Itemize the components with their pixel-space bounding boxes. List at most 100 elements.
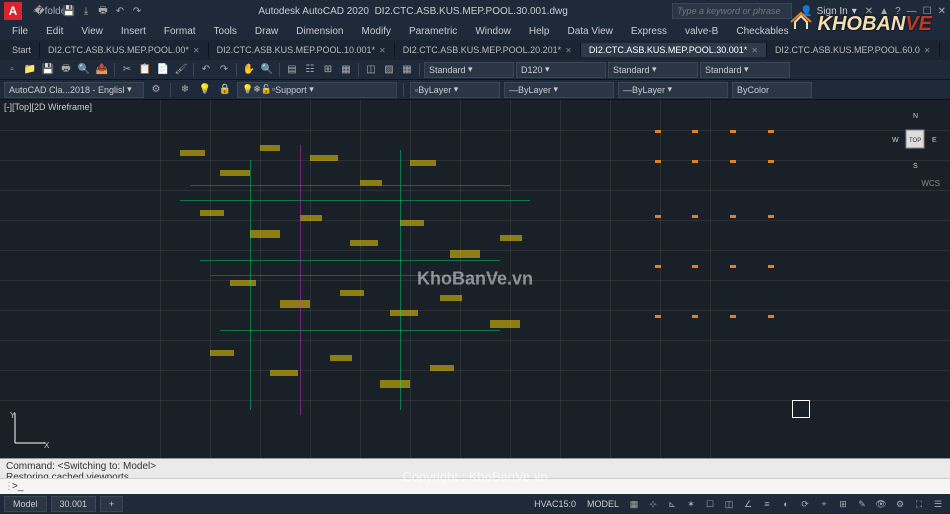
redo-icon[interactable]: ↷ (130, 4, 144, 18)
close-icon[interactable]: ✕ (379, 46, 386, 55)
lineweight-dropdown[interactable]: — ByLayer ▾ (618, 82, 728, 98)
osnap-icon[interactable]: ☐ (702, 496, 718, 512)
properties-icon[interactable]: ☷ (302, 62, 318, 78)
layer-freeze-icon[interactable]: ❄ (177, 82, 193, 98)
ortho-icon[interactable]: ⊾ (664, 496, 680, 512)
undo-icon[interactable]: ↶ (198, 62, 214, 78)
menu-view[interactable]: View (73, 24, 111, 39)
layer-off-icon[interactable]: 💡 (197, 82, 213, 98)
gear-icon[interactable]: ⚙ (148, 82, 164, 98)
textstyle-dropdown[interactable]: Standard ▾ (424, 62, 514, 78)
close-icon[interactable]: ✕ (938, 6, 946, 17)
close-icon[interactable]: ✕ (565, 46, 572, 55)
modeltab-button[interactable]: Model (4, 496, 47, 512)
layer-lock-icon[interactable]: 🔒 (217, 82, 233, 98)
isolate-icon[interactable]: 👁 (873, 496, 889, 512)
menu-express[interactable]: Express (623, 24, 675, 39)
annomonitor-icon[interactable]: + (816, 496, 832, 512)
layer-dropdown[interactable]: 💡❄🔓▫ Support ▾ (237, 82, 397, 98)
cleanscreen-icon[interactable]: ⛶ (911, 496, 927, 512)
tab-doc-1[interactable]: DI2.CTC.ASB.KUS.MEP.POOL.00*✕ (40, 43, 209, 57)
menu-checkables[interactable]: Checkables (728, 24, 796, 39)
pan-icon[interactable]: ✋ (241, 62, 257, 78)
new-icon[interactable]: ▫ (4, 62, 20, 78)
tab-doc-4[interactable]: DI2.CTC.ASB.KUS.MEP.POOL.30.001*✕ (581, 43, 767, 57)
annoscale-label[interactable]: HVAC15:0 (530, 499, 580, 509)
close-icon[interactable]: ✕ (751, 46, 758, 55)
cut-icon[interactable]: ✂ (119, 62, 135, 78)
snap-icon[interactable]: ⊹ (645, 496, 661, 512)
paste-icon[interactable]: 📄 (155, 62, 171, 78)
dimstyle-dropdown[interactable]: D120 ▾ (516, 62, 606, 78)
linetype-dropdown[interactable]: — ByLayer ▾ (504, 82, 614, 98)
print-icon[interactable]: 🖶 (58, 62, 74, 78)
customize-icon[interactable]: ☰ (930, 496, 946, 512)
menu-draw[interactable]: Draw (247, 24, 286, 39)
redo-icon[interactable]: ↷ (216, 62, 232, 78)
hardware-icon[interactable]: ⚙ (892, 496, 908, 512)
menu-valveb[interactable]: valve-B (677, 24, 726, 39)
addlayout-button[interactable]: + (100, 496, 123, 512)
block-icon[interactable]: ◫ (363, 62, 379, 78)
lineweight-icon[interactable]: ≡ (759, 496, 775, 512)
svg-text:X: X (44, 441, 50, 448)
tab-start[interactable]: Start (4, 43, 40, 57)
close-icon[interactable]: ✕ (924, 46, 931, 55)
color-dropdown[interactable]: ▫ ByLayer ▾ (410, 82, 500, 98)
tab-doc-5[interactable]: DI2.CTC.ASB.KUS.MEP.POOL.60.0✕ (767, 43, 940, 57)
viewcube[interactable]: N S W E TOP WCS (890, 110, 940, 170)
zoom-icon[interactable]: 🔍 (259, 62, 275, 78)
wcs-label[interactable]: WCS (890, 179, 940, 188)
tab-doc-2[interactable]: DI2.CTC.ASB.KUS.MEP.POOL.10.001*✕ (209, 43, 395, 57)
mleaderstyle-dropdown[interactable]: Standard ▾ (700, 62, 790, 78)
grid-icon[interactable]: ▦ (626, 496, 642, 512)
grip-icon[interactable]: ⋮ (4, 481, 12, 492)
table-icon[interactable]: ▦ (399, 62, 415, 78)
toolbar-row-2: AutoCAD Cla...2018 - Englisl ▾ ⚙ ❄ 💡 🔒 💡… (0, 80, 950, 100)
menu-format[interactable]: Format (156, 24, 204, 39)
menu-parametric[interactable]: Parametric (401, 24, 465, 39)
close-icon[interactable]: ✕ (193, 46, 200, 55)
plot-icon[interactable]: 🖶 (96, 4, 110, 18)
toolpalette-icon[interactable]: ▦ (338, 62, 354, 78)
hatch-icon[interactable]: ▨ (381, 62, 397, 78)
drawing-canvas[interactable]: [-][Top][2D Wireframe] (0, 100, 950, 458)
menu-window[interactable]: Window (467, 24, 519, 39)
workspace-dropdown[interactable]: AutoCAD Cla...2018 - Englisl ▾ (4, 82, 144, 98)
otrack-icon[interactable]: ∠ (740, 496, 756, 512)
designcenter-icon[interactable]: ⊞ (320, 62, 336, 78)
menu-file[interactable]: File (4, 24, 36, 39)
menu-modify[interactable]: Modify (354, 24, 399, 39)
preview-icon[interactable]: 🔍 (76, 62, 92, 78)
modelspace-toggle[interactable]: MODEL (583, 499, 623, 509)
menu-edit[interactable]: Edit (38, 24, 71, 39)
menu-dataview[interactable]: Data View (559, 24, 620, 39)
plotstyle-dropdown[interactable]: ByColor (732, 82, 812, 98)
save-icon[interactable]: 💾 (62, 4, 76, 18)
transparency-icon[interactable]: ◐ (778, 496, 794, 512)
command-input[interactable]: ⋮ >_ (0, 478, 950, 494)
menu-tools[interactable]: Tools (206, 24, 245, 39)
menu-help[interactable]: Help (521, 24, 558, 39)
help-search-input[interactable] (672, 3, 792, 19)
match-icon[interactable]: 🖌 (173, 62, 189, 78)
polar-icon[interactable]: ✶ (683, 496, 699, 512)
tablestyle-dropdown[interactable]: Standard ▾ (608, 62, 698, 78)
undo-icon[interactable]: ↶ (113, 4, 127, 18)
open-icon[interactable]: 📁 (22, 62, 38, 78)
menu-insert[interactable]: Insert (113, 24, 154, 39)
tab-doc-3[interactable]: DI2.CTC.ASB.KUS.MEP.POOL.20.201*✕ (395, 43, 581, 57)
saveas-icon[interactable]: ⤓ (79, 4, 93, 18)
layouttab-button[interactable]: 30.001 (51, 496, 97, 512)
save-icon[interactable]: 💾 (40, 62, 56, 78)
quickprops-icon[interactable]: ⊞ (835, 496, 851, 512)
menu-dimension[interactable]: Dimension (288, 24, 351, 39)
units-icon[interactable]: ✎ (854, 496, 870, 512)
viewport-label[interactable]: [-][Top][2D Wireframe] (4, 102, 92, 112)
publish-icon[interactable]: 📤 (94, 62, 110, 78)
layer-icon[interactable]: ▤ (284, 62, 300, 78)
3dosnap-icon[interactable]: ◫ (721, 496, 737, 512)
copy-icon[interactable]: 📋 (137, 62, 153, 78)
open-icon[interactable]: �folder (45, 4, 59, 18)
cycling-icon[interactable]: ⟳ (797, 496, 813, 512)
